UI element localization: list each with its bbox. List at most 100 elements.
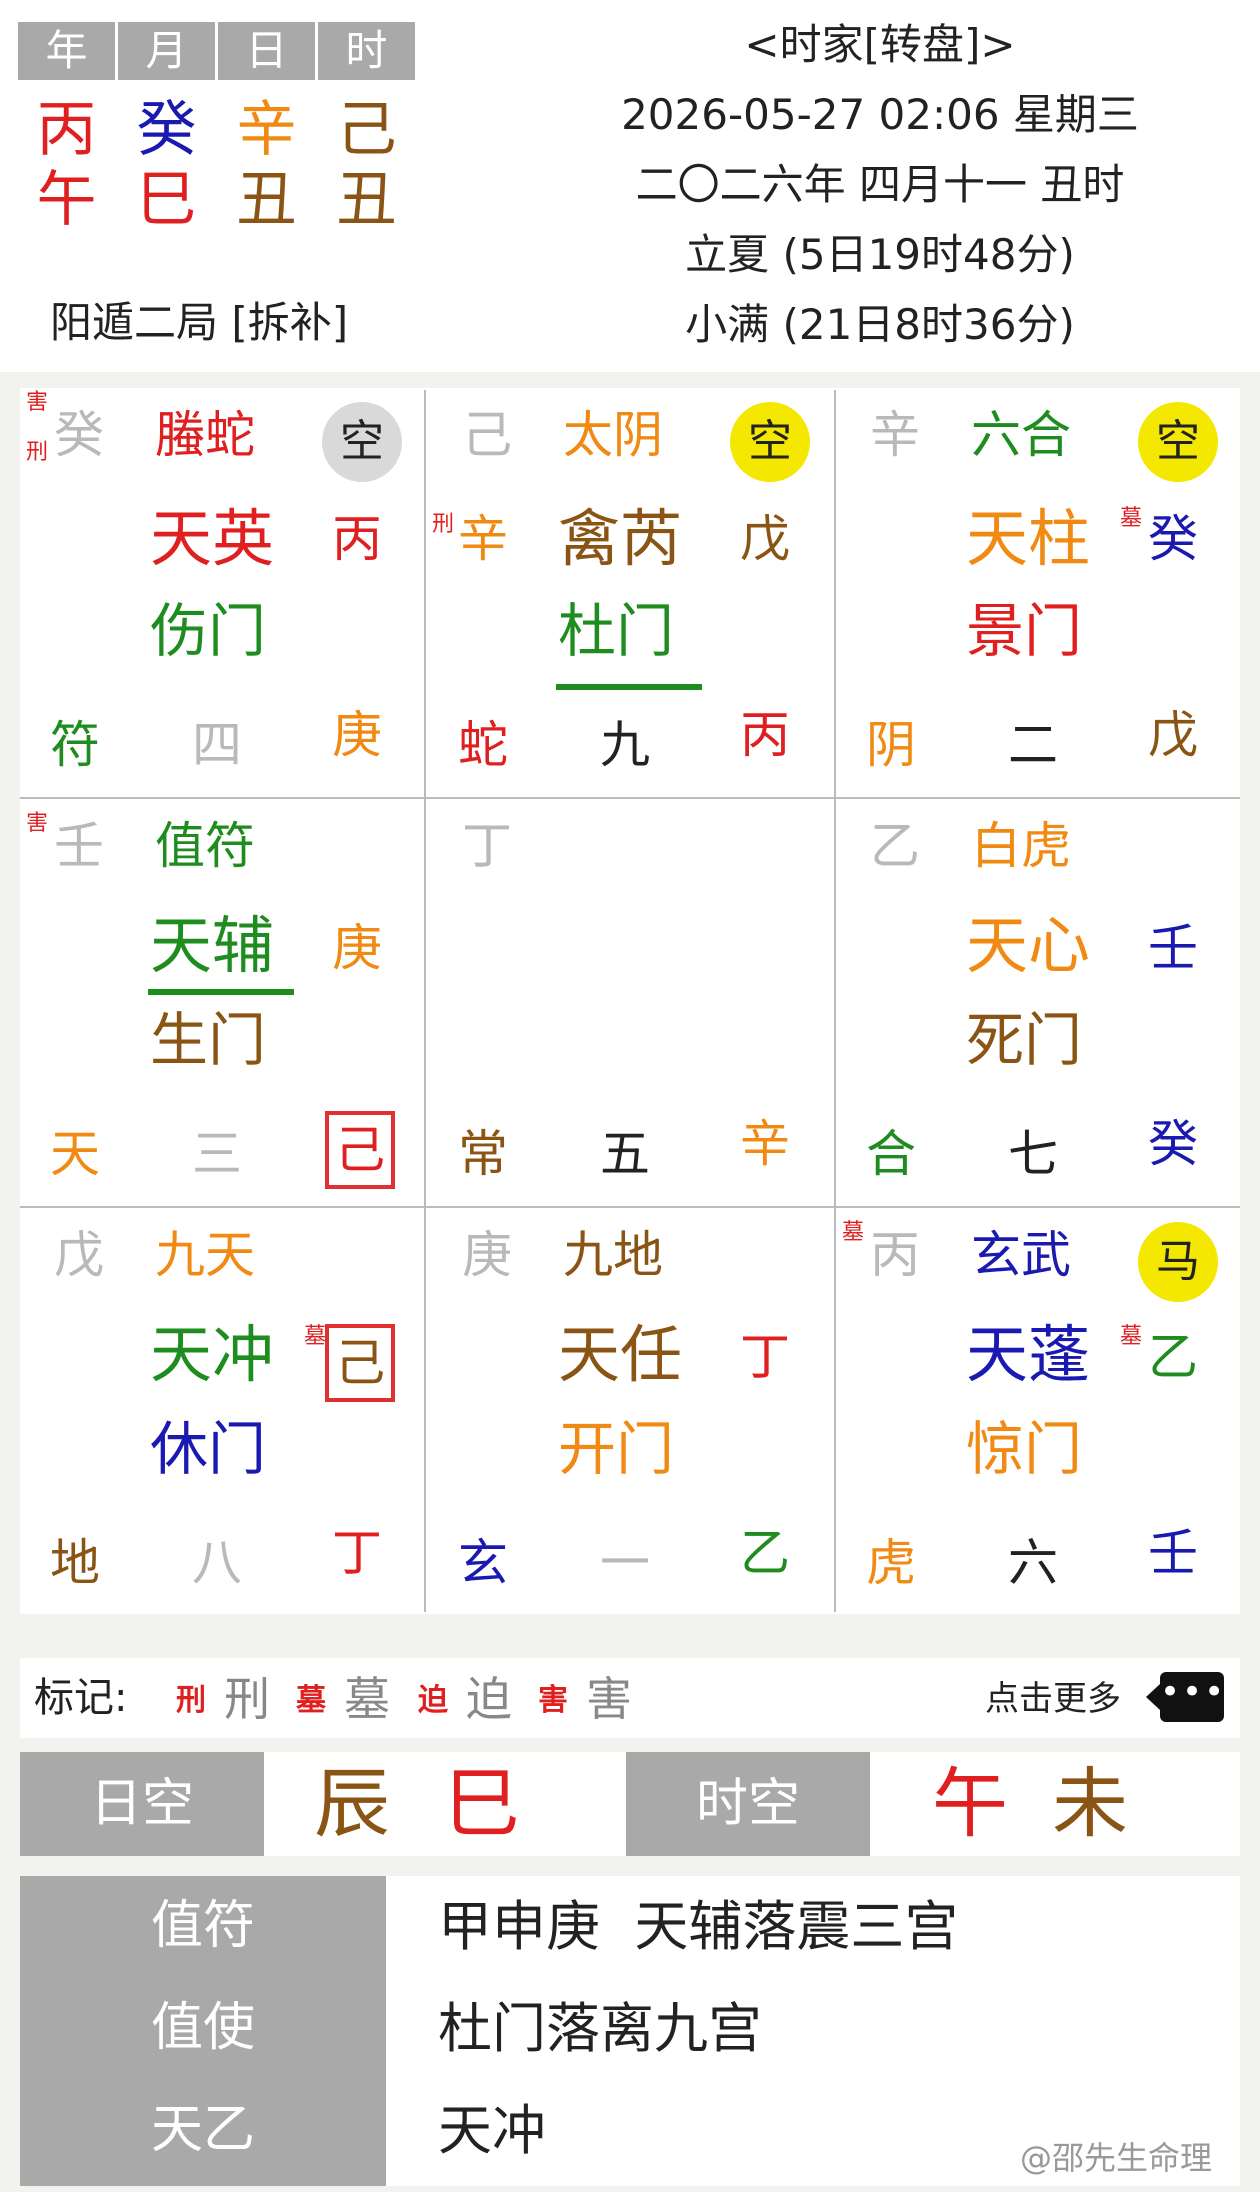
month-stem: 癸 [136,95,197,165]
day-kong-2: 巳 [444,1759,520,1848]
mark-mu: 墓 [842,1220,865,1245]
star-name: 天柱 [966,502,1091,575]
lunar-date-text: 二〇二六年 四月十一 丑时 [635,160,1125,209]
palace-6[interactable]: 墓 丙 玄武 马 天蓬 墓 乙 惊门 虎 六 壬 [836,1208,1241,1613]
pillar-label-month: 月 [118,22,215,80]
mark-mu: 墓 [1120,506,1143,531]
legend-hai: 害 [586,1672,632,1726]
zhifu-label: 值符 [150,1896,255,1956]
god-name: 六合 [971,406,1071,464]
palace-5[interactable]: 丁 常 五 辛 [428,799,833,1204]
tianyi-label: 天乙 [150,2100,255,2160]
palace-4[interactable]: 害 刑 癸 螣蛇 空 天英 丙 伤门 符 四 庚 [20,390,425,795]
star-name: 天蓬 [966,1318,1091,1391]
hour-kong-1: 午 [932,1759,1008,1848]
hour-kong-2: 未 [1052,1759,1128,1848]
god-name: 太阴 [563,406,663,464]
earth-stem: 己 [325,1111,395,1189]
palace-9[interactable]: 己 太阴 空 刑 辛 禽芮 戊 杜门 蛇 九 丙 [428,390,833,795]
mark-xing: 刑 [432,512,455,537]
heaven-stem: 己 [462,406,512,464]
legend-mu: 墓 [344,1672,390,1726]
star-name: 天任 [558,1318,683,1391]
day-branch: 丑 [236,165,297,235]
god-short: 阴 [866,716,916,774]
god-short: 玄 [458,1534,508,1592]
earth-stem: 辛 [740,1115,790,1173]
god-short: 虎 [866,1534,916,1592]
pillar-label-year: 年 [18,22,115,80]
palace-number: 五 [600,1125,650,1183]
star-stem: 壬 [1148,919,1198,977]
pillar-label-hour: 时 [318,22,415,80]
palace-number: 四 [192,716,242,774]
door-name: 景门 [966,597,1083,665]
palace-3[interactable]: 害 壬 值符 天辅 庚 生门 天 三 己 [20,799,425,1204]
datetime-text: 2026-05-27 02:06 星期三 [621,90,1139,139]
kong-row: 日空 辰 巳 时空 午 未 [20,1752,1240,1856]
legend-po-small: 迫 [418,1683,448,1718]
mark-mu: 墓 [304,1324,327,1349]
palace-8[interactable]: 戊 九天 天冲 墓 己 休门 地 八 丁 [20,1208,425,1613]
mark-xing: 刑 [26,440,49,465]
zhifu-underline [148,989,294,995]
horse-badge: 马 [1138,1222,1218,1302]
star-stem: 癸 [1148,510,1198,568]
heaven-stem: 戊 [54,1226,104,1284]
door-name: 惊门 [966,1415,1083,1483]
star-name: 天心 [966,909,1091,982]
chart-title: <时家[转盘]> [744,20,1016,69]
door-name: 生门 [150,1006,267,1074]
palace-7[interactable]: 乙 白虎 天心 壬 死门 合 七 癸 [836,799,1241,1204]
heaven-stem: 丁 [462,817,512,875]
legend-bar: 标记: 刑 刑 墓 墓 迫 迫 害 害 点击更多 ••• [20,1658,1240,1738]
more-link[interactable]: 点击更多 [985,1682,1121,1716]
zhishi-label: 值使 [150,1998,255,2058]
door-name: 死门 [966,1006,1083,1074]
star-name: 天辅 [150,909,275,982]
month-branch: 巳 [136,165,197,235]
header-panel: 年 月 日 时 丙 癸 辛 己 午 巳 丑 丑 阳遁二局 [拆补] <时家[转盘… [0,0,1260,372]
door-name: 休门 [150,1415,267,1483]
hour-stem: 己 [336,95,397,165]
heaven-stem: 癸 [54,406,104,464]
palace-2[interactable]: 辛 六合 空 天柱 墓 癸 景门 阴 二 戊 [836,390,1241,795]
kong-badge: 空 [730,402,810,482]
heaven-stem: 庚 [462,1226,512,1284]
legend-xing-small: 刑 [176,1683,206,1718]
god-name: 白虎 [971,817,1071,875]
kong-badge: 空 [322,402,402,482]
legend-label: 标记: [34,1675,128,1721]
star-stem: 戊 [740,510,790,568]
solar-term-2: 小满 (21日8时36分) [685,300,1075,349]
tianyi-value: 天冲 [438,2099,546,2162]
ellipsis-icon[interactable]: ••• [1146,1672,1224,1722]
god-short: 合 [866,1125,916,1183]
star-stem: 庚 [332,919,382,977]
palace-1[interactable]: 庚 九地 天任 丁 开门 玄 一 乙 [428,1208,833,1613]
heaven-stem: 壬 [54,817,104,875]
watermark: @邵先生命理 [1020,2139,1213,2177]
hour-kong-label: 时空 [626,1752,870,1856]
day-stem: 辛 [236,95,297,165]
god-short: 地 [50,1534,100,1592]
zhishi-underline [556,684,702,690]
earth-stem: 丁 [332,1524,382,1582]
legend-mu-small: 墓 [296,1683,326,1718]
pillar-label-day: 日 [218,22,315,80]
star-name: 天英 [150,502,275,575]
earth-stem: 壬 [1148,1524,1198,1582]
god-name: 玄武 [971,1226,1071,1284]
solar-term-1: 立夏 (5日19时48分) [685,230,1075,279]
palace-number: 三 [192,1125,242,1183]
earth-stem: 丙 [740,706,790,764]
god-short: 符 [50,716,100,774]
star-stem: 丙 [332,510,382,568]
palace-number: 二 [1008,716,1058,774]
god-name: 九天 [155,1226,255,1284]
heaven-stem: 乙 [870,817,920,875]
day-kong-label: 日空 [20,1752,264,1856]
star-stem: 己 [325,1324,395,1402]
earth-stem: 庚 [332,706,382,764]
door-name: 伤门 [150,597,267,665]
